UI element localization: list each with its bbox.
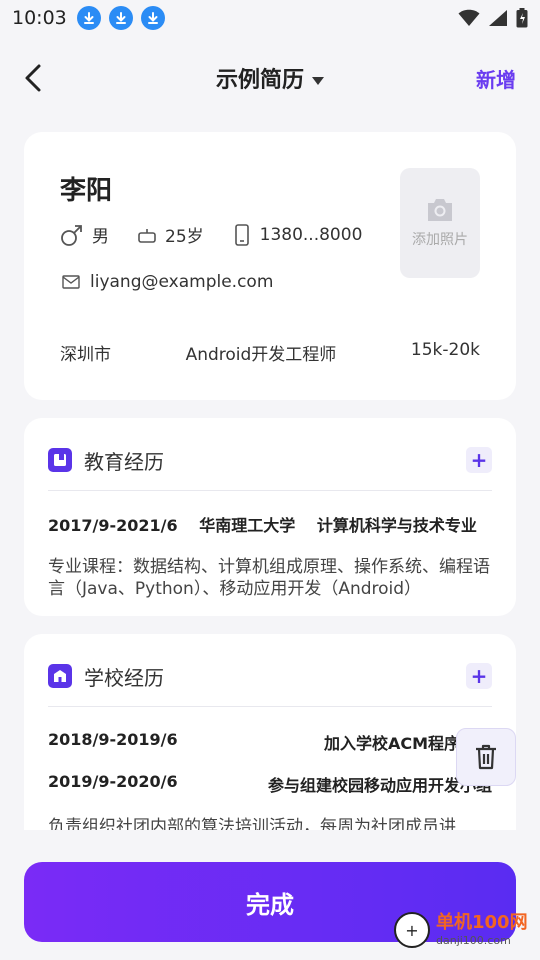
status-bar: 10:03 (0, 0, 540, 36)
salary-text: 15k-20k (410, 340, 480, 360)
education-entry[interactable]: 2017/9-2021/6 华南理工大学 计算机科学与技术专业 (48, 512, 493, 536)
gender-info: 男 (60, 222, 109, 247)
watermark-logo-icon: + (394, 912, 430, 948)
age-info: 25岁 (137, 222, 204, 247)
school-icon (48, 664, 72, 688)
education-period: 2017/9-2021/6 (48, 516, 178, 535)
download-icon (76, 6, 101, 30)
school-experience-description: 负责组织社团内部的算法培训活动，每周为社团成员讲 (48, 817, 456, 830)
school-experience-header: 学校经历 + (48, 662, 492, 690)
phone-info: 1380...8000 (232, 223, 363, 246)
delete-button[interactable] (456, 728, 516, 786)
download-icon (108, 6, 133, 30)
education-major: 计算机科学与技术专业 (316, 516, 477, 535)
school-experience-card[interactable]: 学校经历 + 2018/9-2019/6 加入学校ACM程序设计 2019/9-… (24, 634, 516, 830)
top-app-bar: 示例简历 新增 (0, 36, 540, 120)
status-time: 10:03 (12, 7, 67, 29)
divider (48, 490, 492, 491)
email-info: liyang@example.com (62, 272, 273, 292)
signal-icon (489, 10, 507, 26)
position-text: Android开发工程师 (185, 345, 337, 365)
school-experience-item[interactable]: 2019/9-2020/6 参与组建校园移动应用开发小组 (48, 772, 492, 796)
mail-icon (62, 275, 80, 289)
school-experience-title: 学校经历 (84, 665, 164, 690)
watermark-site: danji100.com (436, 934, 511, 947)
male-icon (61, 224, 82, 246)
add-photo-button[interactable]: 添加照片 (400, 168, 480, 278)
email-text: liyang@example.com (90, 272, 274, 292)
gender-text: 男 (92, 227, 109, 247)
divider (48, 706, 492, 707)
caret-down-icon (312, 77, 324, 85)
phone-text: 1380...8000 (259, 224, 363, 245)
profile-name: 李阳 (60, 176, 113, 206)
back-button[interactable] (24, 58, 54, 98)
education-icon (48, 448, 72, 472)
phone-icon (234, 223, 249, 246)
add-education-button[interactable]: + (466, 447, 492, 473)
education-school: 华南理工大学 (199, 516, 296, 535)
education-card[interactable]: 教育经历 + 2017/9-2021/6 华南理工大学 计算机科学与技术专业 专… (24, 418, 516, 616)
job-info-row: 深圳市 Android开发工程师 15k-20k (60, 340, 480, 365)
education-header: 教育经历 + (48, 446, 492, 474)
profile-card[interactable]: 李阳 男 25岁 1380...8000 liyang@example.com … (24, 132, 516, 400)
wifi-icon (458, 9, 480, 27)
profile-meta-row: 男 25岁 1380...8000 (60, 222, 390, 247)
city-text: 深圳市 (60, 345, 111, 365)
page-title: 示例简历 (215, 68, 304, 93)
watermark: + 单机100网 danji100.com (394, 912, 528, 948)
age-text: 25岁 (165, 227, 204, 247)
trash-icon (476, 744, 496, 770)
add-photo-label: 添加照片 (412, 232, 468, 248)
experience-period: 2019/9-2020/6 (48, 772, 178, 791)
school-experience-item[interactable]: 2018/9-2019/6 加入学校ACM程序设计 (48, 730, 492, 754)
resume-selector[interactable]: 示例简历 (0, 62, 540, 94)
chevron-left-icon (25, 64, 41, 92)
add-button[interactable]: 新增 (476, 64, 516, 93)
download-icon (140, 6, 165, 30)
add-school-experience-button[interactable]: + (466, 663, 492, 689)
camera-icon (428, 199, 452, 221)
battery-icon (516, 8, 528, 28)
cake-icon (138, 228, 156, 243)
education-title: 教育经历 (84, 449, 164, 474)
education-description: 专业课程：数据结构、计算机组成原理、操作系统、编程语言（Java、Python）… (48, 557, 490, 599)
watermark-brand: 单机100网 (436, 912, 528, 933)
experience-period: 2018/9-2019/6 (48, 730, 178, 749)
